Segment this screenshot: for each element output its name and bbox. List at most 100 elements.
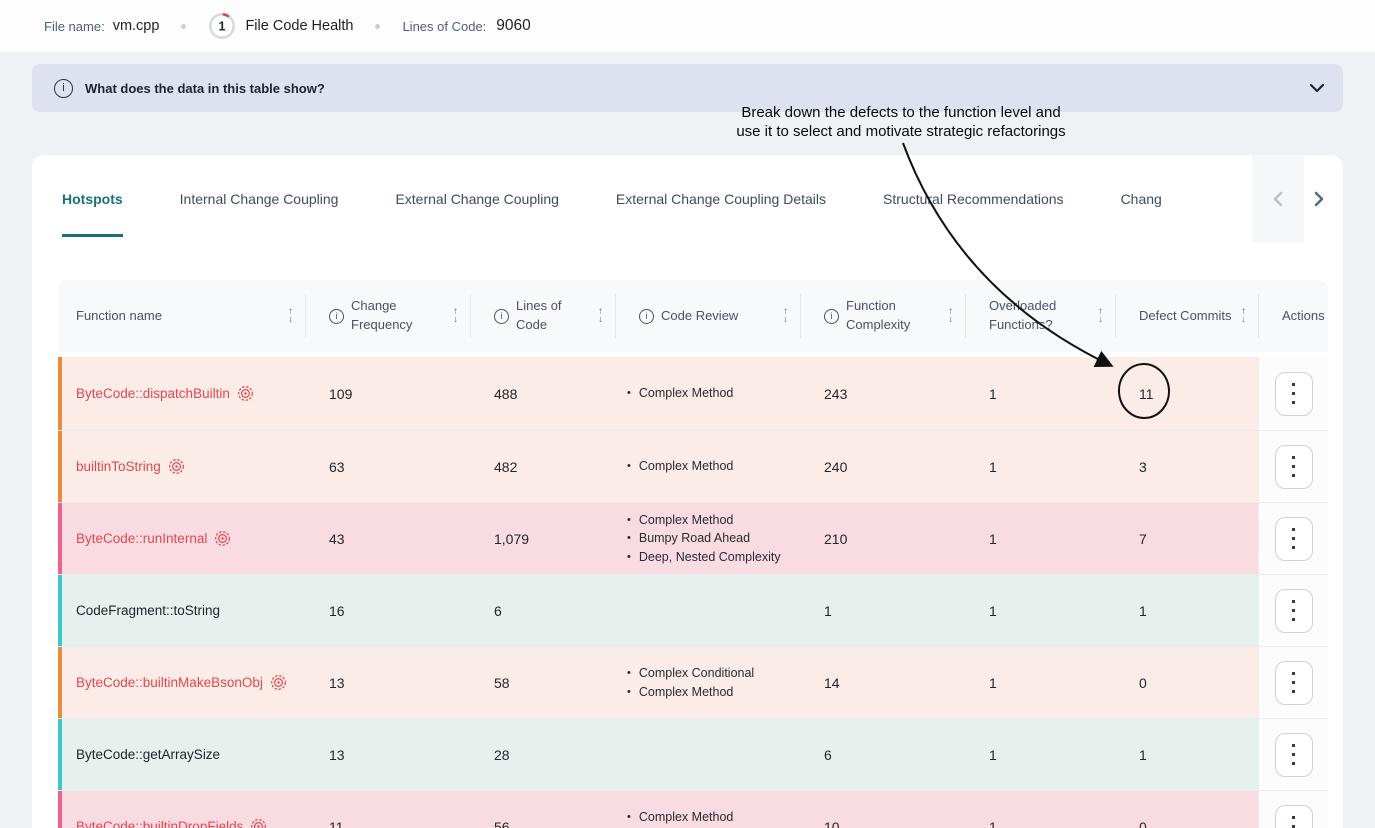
code-review-issue-label: Complex Method bbox=[639, 809, 734, 826]
tab-external-change-coupling-details[interactable]: External Change Coupling Details bbox=[616, 155, 826, 243]
kebab-dot bbox=[1292, 528, 1295, 531]
change-frequency-cell: 43 bbox=[305, 503, 470, 574]
bullet-icon: • bbox=[627, 684, 631, 701]
lines-of-code-label: Lines of Code: bbox=[402, 19, 486, 34]
column-label-function-complexity: Function Complexity bbox=[846, 297, 941, 335]
function-name-cell: ByteCode::builtinMakeBsonObj bbox=[58, 647, 305, 718]
function-complexity-cell: 210 bbox=[800, 503, 965, 574]
overloaded-functions-cell: 1 bbox=[965, 791, 1115, 828]
info-icon[interactable]: i bbox=[639, 309, 654, 324]
kebab-dot bbox=[1292, 456, 1295, 459]
column-header-function-complexity[interactable]: i Function Complexity ↑↓ bbox=[800, 280, 965, 352]
hotspot-target-icon bbox=[168, 458, 185, 475]
sort-icon[interactable]: ↑↓ bbox=[783, 308, 788, 324]
bullet-icon: • bbox=[627, 809, 631, 826]
column-header-lines-of-code[interactable]: i Lines of Code ↑↓ bbox=[470, 280, 615, 352]
code-review-issue-label: Complex Method bbox=[639, 385, 734, 402]
bullet-icon: • bbox=[627, 385, 631, 402]
kebab-dot bbox=[1292, 753, 1295, 756]
kebab-dot bbox=[1292, 546, 1295, 549]
row-actions-kebab-button[interactable] bbox=[1275, 372, 1313, 416]
row-actions-kebab-button[interactable] bbox=[1275, 517, 1313, 561]
column-header-overloaded-functions[interactable]: Overloaded Functions?↑↓ bbox=[965, 280, 1115, 352]
table-header-row: Function name↑↓ i Change Frequency ↑↓ i Lines… bbox=[58, 280, 1328, 352]
actions-cell bbox=[1258, 791, 1328, 828]
column-label-actions: Actions bbox=[1282, 307, 1325, 326]
kebab-dot bbox=[1292, 600, 1295, 603]
column-label-change-frequency: Change Frequency bbox=[351, 297, 446, 335]
sort-down-icon: ↓ bbox=[1241, 316, 1246, 324]
column-label-defect-commits: Defect Commits bbox=[1139, 307, 1231, 326]
lines-of-code-cell: 488 bbox=[470, 357, 615, 430]
sort-icon[interactable]: ↑↓ bbox=[453, 308, 458, 324]
function-complexity-cell: 243 bbox=[800, 357, 965, 430]
tab-chang[interactable]: Chang bbox=[1121, 155, 1162, 243]
kebab-dot bbox=[1292, 744, 1295, 747]
info-icon[interactable]: i bbox=[494, 309, 509, 324]
function-name-cell: CodeFragment::toString bbox=[58, 575, 305, 646]
info-icon[interactable]: i bbox=[824, 309, 839, 324]
info-icon[interactable]: i bbox=[329, 309, 344, 324]
hotspots-table: Function name↑↓ i Change Frequency ↑↓ i Lines… bbox=[58, 280, 1328, 828]
code-review-issue: •Complex Conditional bbox=[627, 665, 754, 682]
chevron-left-icon bbox=[1272, 190, 1284, 208]
row-actions-kebab-button[interactable] bbox=[1275, 445, 1313, 489]
sort-down-icon: ↓ bbox=[598, 316, 603, 324]
kebab-dot bbox=[1292, 537, 1295, 540]
bullet-icon: • bbox=[627, 530, 631, 547]
row-actions-kebab-button[interactable] bbox=[1275, 805, 1313, 828]
bullet-icon: • bbox=[627, 549, 631, 566]
sort-icon[interactable]: ↑↓ bbox=[1098, 308, 1103, 324]
dot-separator-icon bbox=[181, 24, 186, 29]
code-review-issue-label: Complex Method bbox=[639, 458, 734, 475]
tab-hotspots[interactable]: Hotspots bbox=[62, 155, 123, 243]
function-name-cell: ByteCode::dispatchBuiltin bbox=[58, 357, 305, 430]
table-row-builtintostring: builtinToString63482•Complex Method24013 bbox=[58, 430, 1328, 502]
code-review-cell: •Complex Method•Bumpy Road Ahead bbox=[615, 791, 800, 828]
kebab-dot bbox=[1292, 618, 1295, 621]
tab-internal-change-coupling[interactable]: Internal Change Coupling bbox=[180, 155, 339, 243]
kebab-dot bbox=[1292, 672, 1295, 675]
table-info-banner[interactable]: i What does the data in this table show? bbox=[32, 64, 1343, 112]
kebab-dot bbox=[1292, 401, 1295, 404]
table-row-bytecode-getarraysize: ByteCode::getArraySize1328611 bbox=[58, 718, 1328, 790]
tab-external-change-coupling[interactable]: External Change Coupling bbox=[395, 155, 558, 243]
overloaded-functions-cell: 1 bbox=[965, 357, 1115, 430]
sort-icon[interactable]: ↑↓ bbox=[598, 308, 603, 324]
sort-icon[interactable]: ↑↓ bbox=[1241, 308, 1246, 324]
banner-question: What does the data in this table show? bbox=[85, 81, 325, 96]
kebab-dot bbox=[1292, 816, 1295, 819]
column-header-change-frequency[interactable]: i Change Frequency ↑↓ bbox=[305, 280, 470, 352]
hotspot-target-icon bbox=[270, 674, 287, 691]
function-name: ByteCode::builtinDropFields bbox=[76, 819, 243, 828]
tab-scroll-left-button[interactable] bbox=[1252, 155, 1304, 243]
chevron-down-icon[interactable] bbox=[1309, 83, 1325, 93]
column-header-defect-commits[interactable]: Defect Commits ↑↓ bbox=[1115, 280, 1258, 352]
row-actions-kebab-button[interactable] bbox=[1275, 661, 1313, 705]
column-label-lines-of-code: Lines of Code bbox=[516, 297, 591, 335]
file-code-health: 1 File Code Health bbox=[208, 12, 353, 40]
sort-icon[interactable]: ↑↓ bbox=[288, 308, 293, 324]
row-actions-kebab-button[interactable] bbox=[1275, 733, 1313, 777]
actions-cell bbox=[1258, 647, 1328, 718]
column-label-code-review: Code Review bbox=[661, 307, 738, 326]
actions-cell bbox=[1258, 575, 1328, 646]
column-header-function-name[interactable]: Function name↑↓ bbox=[58, 280, 305, 352]
sort-down-icon: ↓ bbox=[948, 316, 953, 324]
sort-icon[interactable]: ↑↓ bbox=[948, 308, 953, 324]
code-review-issue-label: Complex Conditional bbox=[639, 665, 754, 682]
code-review-issue: • Deep, Nested Complexity bbox=[627, 549, 781, 566]
function-name: ByteCode::runInternal bbox=[76, 531, 207, 546]
overloaded-functions-cell: 1 bbox=[965, 647, 1115, 718]
tab-scroll-right-button[interactable] bbox=[1304, 155, 1343, 243]
function-complexity-cell: 240 bbox=[800, 431, 965, 502]
code-review-cell: • Complex Method bbox=[615, 357, 800, 430]
code-review-issue-label: Deep, Nested Complexity bbox=[639, 549, 781, 566]
function-name: ByteCode::builtinMakeBsonObj bbox=[76, 675, 263, 690]
dot-separator-icon bbox=[375, 24, 380, 29]
function-name-cell: ByteCode::runInternal bbox=[58, 503, 305, 574]
tab-structural-recommendations[interactable]: Structural Recommendations bbox=[883, 155, 1064, 243]
kebab-dot bbox=[1292, 762, 1295, 765]
column-header-code-review[interactable]: i Code Review ↑↓ bbox=[615, 280, 800, 352]
row-actions-kebab-button[interactable] bbox=[1275, 589, 1313, 633]
